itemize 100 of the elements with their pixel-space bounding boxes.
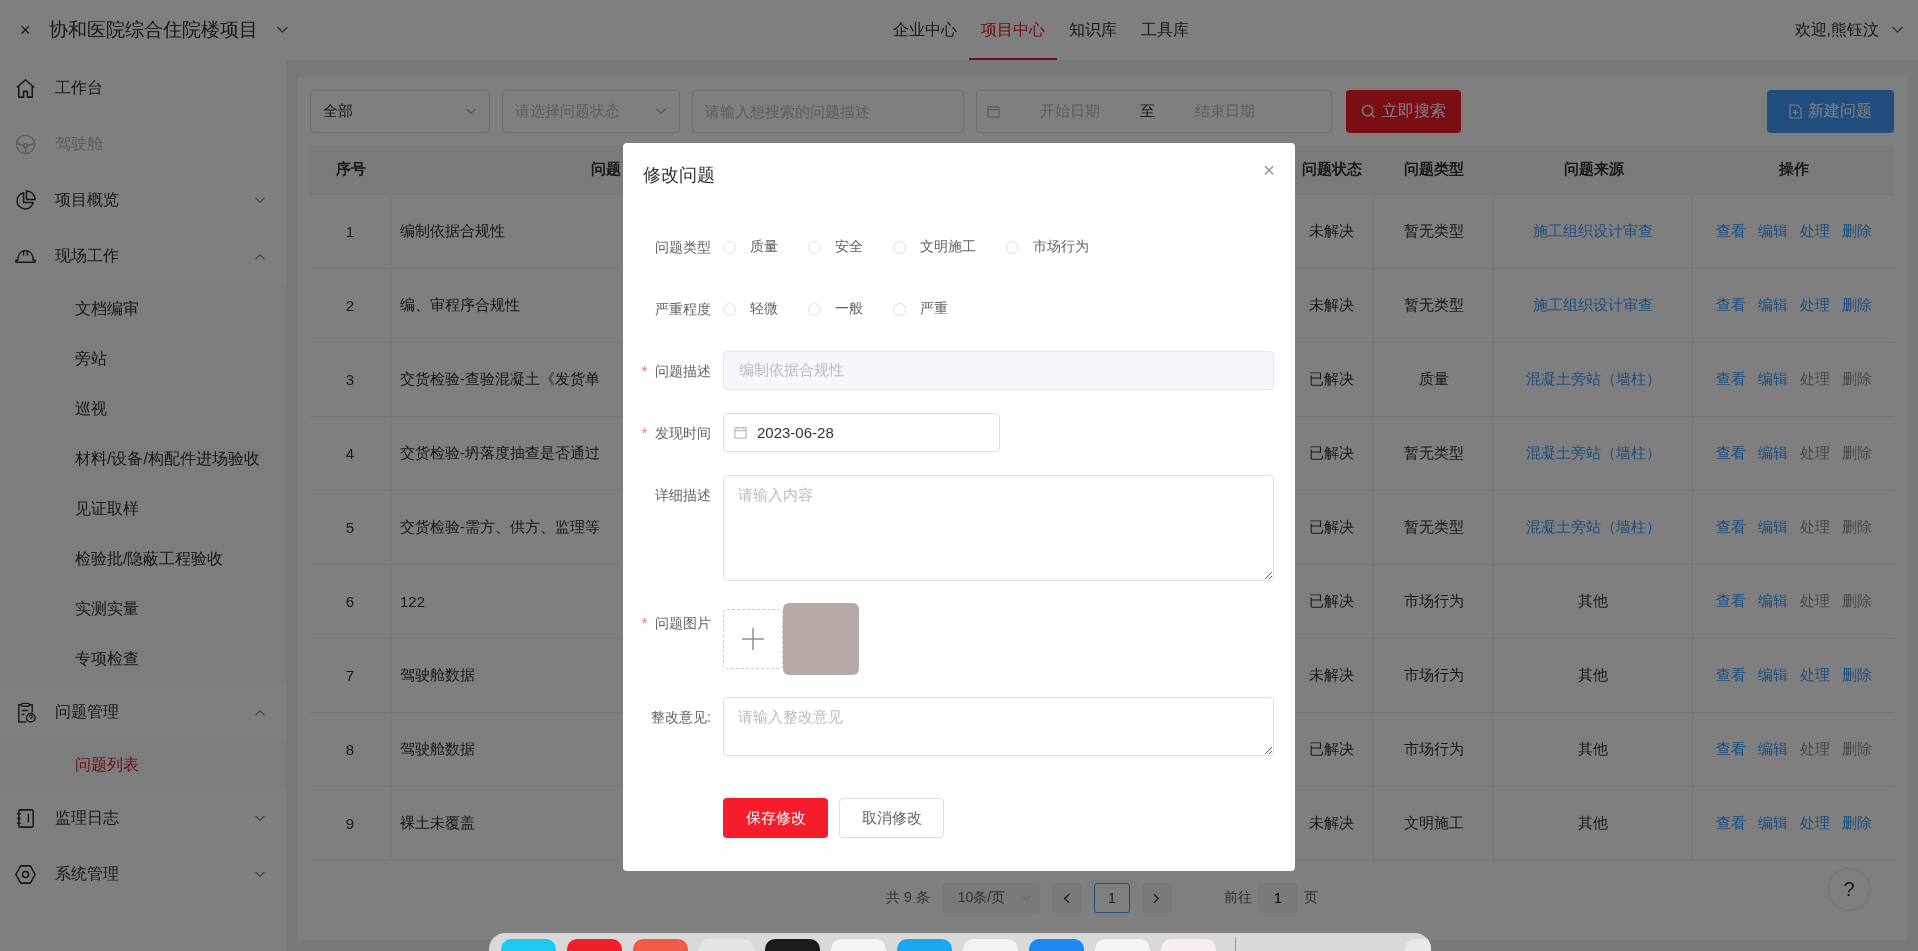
submenu-item[interactable]: 问题列表 [0, 740, 286, 790]
action-link[interactable]: 编辑 [1757, 814, 1788, 833]
welcome-text[interactable]: 欢迎,熊钰汶 [1794, 19, 1879, 41]
action-link[interactable]: 处理 [1799, 222, 1830, 241]
scope-select[interactable]: 全部 [310, 90, 490, 133]
action-link[interactable]: 查看 [1715, 296, 1746, 315]
status-text: 未解决 [1309, 222, 1354, 241]
source-link[interactable]: 施工组织设计审查 [1533, 222, 1653, 241]
nav-tab[interactable]: 工具库 [1129, 0, 1201, 60]
page-size-select[interactable]: 10条/页 [941, 883, 1040, 913]
radio-option[interactable]: 质量 [723, 238, 778, 256]
calendar-icon [734, 426, 747, 439]
total-count: 共 9 条 [886, 889, 930, 907]
new-issue-button[interactable]: 新建问题 [1767, 90, 1894, 133]
notebook-icon [14, 806, 37, 830]
text-area[interactable]: 请输入整改意见 [723, 697, 1274, 756]
sidebar-item[interactable]: 工作台 [0, 60, 286, 116]
radio-option[interactable]: 严重 [893, 300, 948, 318]
action-link[interactable]: 删除 [1841, 222, 1872, 241]
cancel-button[interactable]: 取消修改 [839, 798, 944, 838]
close-button[interactable]: × [1263, 160, 1275, 180]
row-number: 8 [345, 741, 355, 758]
row-number: 2 [345, 297, 355, 314]
calendar-icon [987, 105, 1000, 118]
radio-option[interactable]: 市场行为 [1006, 238, 1089, 256]
sidebar-item[interactable]: 现场工作 [0, 228, 286, 284]
action-link[interactable]: 查看 [1715, 518, 1746, 537]
action-link[interactable]: 查看 [1715, 814, 1746, 833]
action-link[interactable]: 编辑 [1757, 296, 1788, 315]
action-link[interactable]: 编辑 [1757, 740, 1788, 759]
submenu-item[interactable]: 检验批/隐蔽工程验收 [0, 534, 286, 584]
status-text: 未解决 [1309, 296, 1354, 315]
status-text: 已解决 [1309, 740, 1354, 759]
radio-option[interactable]: 文明施工 [893, 238, 976, 256]
row-number: 6 [345, 593, 355, 610]
action-link[interactable]: 处理 [1799, 814, 1830, 833]
date-field[interactable]: 2023-06-28 [723, 413, 1000, 452]
submenu-item[interactable]: 实测实量 [0, 584, 286, 634]
sidebar-item[interactable]: 系统管理 [0, 846, 286, 902]
home-icon [14, 76, 37, 100]
search-button[interactable]: 立即搜索 [1346, 90, 1461, 133]
action-link[interactable]: 删除 [1841, 814, 1872, 833]
action-link[interactable]: 查看 [1715, 740, 1746, 759]
source-link[interactable]: 施工组织设计审查 [1533, 296, 1653, 315]
field-label: 问题图片 [655, 615, 711, 631]
text-area[interactable]: 请输入内容 [723, 475, 1274, 581]
source-link[interactable]: 混凝土旁站（墙柱） [1525, 518, 1661, 537]
nav-tab[interactable]: 知识库 [1057, 0, 1129, 60]
goto-page-field[interactable]: 1 [1257, 883, 1298, 913]
search-icon [1361, 104, 1376, 119]
close-button[interactable]: × [16, 19, 35, 41]
radio-option[interactable]: 安全 [808, 238, 863, 256]
submenu-item[interactable]: 旁站 [0, 334, 286, 384]
field-label: 整改意见: [651, 709, 711, 725]
app-icon[interactable] [765, 939, 820, 951]
action-link[interactable]: 处理 [1799, 666, 1830, 685]
chevron-down-icon[interactable] [1891, 26, 1904, 34]
action-link[interactable]: 编辑 [1757, 666, 1788, 685]
submenu-item[interactable]: 巡视 [0, 384, 286, 434]
action-link[interactable]: 查看 [1715, 370, 1746, 389]
action-link[interactable]: 查看 [1715, 444, 1746, 463]
pie-chart-icon [14, 188, 37, 212]
chevron-right-icon [1153, 892, 1161, 904]
source-link[interactable]: 混凝土旁站（墙柱） [1525, 444, 1661, 463]
nav-tab[interactable]: 企业中心 [881, 0, 969, 60]
sidebar-item[interactable]: 问题管理 [0, 684, 286, 740]
submenu-item[interactable]: 见证取样 [0, 484, 286, 534]
save-button[interactable]: 保存修改 [723, 798, 828, 838]
radio-option[interactable]: 一般 [808, 300, 863, 318]
column-header: 序号 [335, 160, 366, 179]
status-text: 未解决 [1309, 666, 1354, 685]
type-text: 文明施工 [1403, 814, 1464, 833]
action-link[interactable]: 编辑 [1757, 592, 1788, 611]
source-link[interactable]: 混凝土旁站（墙柱） [1525, 370, 1661, 389]
action-link[interactable]: 编辑 [1757, 222, 1788, 241]
submenu-item[interactable]: 文档编审 [0, 284, 286, 334]
action-link[interactable]: 编辑 [1757, 444, 1788, 463]
action-link[interactable]: 查看 [1715, 666, 1746, 685]
issue-description: 驾驶舱数据 [400, 740, 475, 759]
action-link[interactable]: 查看 [1715, 592, 1746, 611]
action-link[interactable]: 编辑 [1757, 518, 1788, 537]
field-label: 严重程度 [655, 301, 711, 317]
sidebar-item[interactable]: 监理日志 [0, 790, 286, 846]
next-page-button[interactable] [1141, 883, 1172, 913]
goto-suffix: 页 [1303, 889, 1318, 907]
upload-button[interactable] [723, 609, 783, 669]
column-header: 问题 [591, 160, 621, 179]
action-link[interactable]: 处理 [1799, 296, 1830, 315]
page-number[interactable]: 1 [1093, 883, 1130, 913]
chevron-down-icon[interactable] [275, 26, 289, 34]
action-link[interactable]: 删除 [1841, 666, 1872, 685]
radio-option[interactable]: 轻微 [723, 300, 778, 318]
action-link[interactable]: 编辑 [1757, 370, 1788, 389]
submenu-item[interactable]: 材料/设备/构配件进场验收 [0, 434, 286, 484]
hexagon-settings-icon [14, 862, 37, 886]
submenu-item[interactable]: 专项检查 [0, 634, 286, 684]
action-link[interactable]: 查看 [1715, 222, 1746, 241]
action-link[interactable]: 删除 [1841, 296, 1872, 315]
previous-page-button[interactable] [1051, 883, 1082, 913]
sidebar-item[interactable]: 项目概览 [0, 172, 286, 228]
